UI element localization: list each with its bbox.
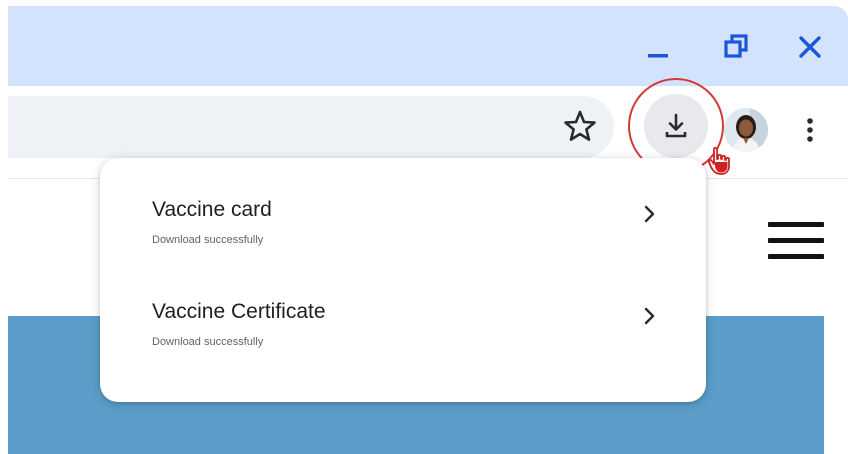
close-button[interactable] <box>790 30 830 66</box>
star-icon <box>564 110 596 141</box>
restore-icon <box>724 34 748 58</box>
hamburger-line <box>768 238 824 243</box>
minimize-icon <box>648 54 668 58</box>
hamburger-line <box>768 254 824 259</box>
browser-window: Vaccine card Download successfully Vacci… <box>8 6 848 454</box>
avatar-image <box>724 108 768 152</box>
download-status: Download successfully <box>152 336 264 348</box>
browser-menu-button[interactable] <box>798 108 822 152</box>
restore-button[interactable] <box>716 30 756 66</box>
bookmark-button[interactable] <box>560 104 600 148</box>
download-status: Download successfully <box>152 234 264 246</box>
pointer-hand-icon <box>708 146 730 175</box>
downloads-panel: Vaccine card Download successfully Vacci… <box>100 158 706 402</box>
download-item[interactable]: Vaccine Certificate Download successfull… <box>100 262 706 362</box>
download-icon <box>665 113 687 138</box>
three-dots-vertical-icon <box>807 118 813 142</box>
address-bar[interactable] <box>8 96 614 158</box>
hamburger-line <box>768 222 824 227</box>
download-file-name: Vaccine Certificate <box>152 300 326 323</box>
title-bar <box>8 6 848 86</box>
site-menu-button[interactable] <box>768 222 824 262</box>
close-icon <box>799 36 821 58</box>
chevron-right-icon <box>644 205 655 223</box>
chevron-right-icon <box>644 307 655 325</box>
profile-avatar[interactable] <box>724 108 768 152</box>
download-file-name: Vaccine card <box>152 198 272 221</box>
minimize-button[interactable] <box>638 30 678 66</box>
download-item[interactable]: Vaccine card Download successfully <box>100 158 706 258</box>
downloads-button[interactable] <box>644 94 708 158</box>
